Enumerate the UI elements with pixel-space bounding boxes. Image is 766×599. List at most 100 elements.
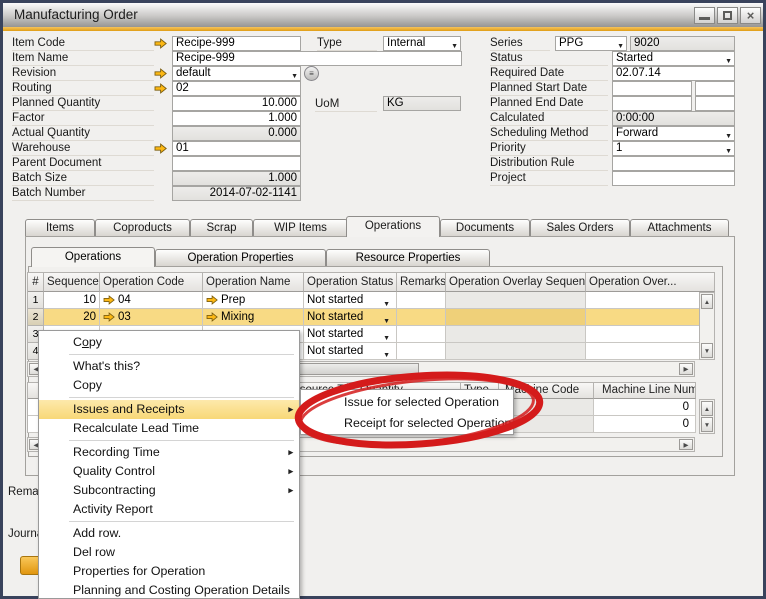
scroll-down-icon[interactable]: ▼ [701, 417, 713, 432]
col-header-remarks[interactable]: Remarks [397, 272, 446, 292]
type-dropdown[interactable]: Internal▼ [383, 36, 461, 51]
tab-operations[interactable]: Operations [346, 216, 440, 237]
menu-item-subcontracting[interactable]: Subcontracting▸ [39, 481, 299, 500]
machine-line-num-cell[interactable]: 0 [594, 416, 696, 433]
revision-edit-icon[interactable]: ≡ [304, 66, 319, 81]
warehouse-field[interactable]: 01 [172, 141, 301, 156]
menu-item-recalculate-lead-time[interactable]: Recalculate Lead Time [39, 419, 299, 438]
required-date-field[interactable]: 02.07.14 [612, 66, 735, 81]
factor-field[interactable]: 1.000 [172, 111, 301, 126]
link-arrow-icon[interactable] [206, 295, 218, 305]
operation-overlay-cell[interactable] [586, 326, 700, 343]
parent-document-field[interactable] [172, 156, 301, 171]
col-header-operation-status[interactable]: Operation Status [304, 272, 397, 292]
scroll-down-icon[interactable]: ▼ [701, 343, 713, 358]
link-arrow-icon[interactable] [154, 68, 167, 79]
planned-start-date-field[interactable] [612, 81, 692, 96]
menu-item-properties-for-operation[interactable]: Properties for Operation [39, 562, 299, 581]
menu-item-del-row[interactable]: Del row [39, 543, 299, 562]
col-header-operation-name[interactable]: Operation Name [203, 272, 304, 292]
menu-item-activity-report[interactable]: Activity Report [39, 500, 299, 519]
minimize-button[interactable] [694, 7, 715, 24]
subtab-operation-properties[interactable]: Operation Properties [155, 249, 326, 266]
link-arrow-icon[interactable] [206, 312, 218, 322]
menu-item-copy-underlined[interactable]: Copy [39, 333, 299, 352]
maximize-button[interactable] [717, 7, 738, 24]
operation-status-cell[interactable]: Not started▼ [304, 309, 397, 326]
remarks-cell[interactable] [397, 343, 446, 360]
status-dropdown[interactable]: Started▼ [612, 51, 735, 66]
menu-item-add-row[interactable]: Add row. [39, 524, 299, 543]
remarks-cell[interactable] [397, 326, 446, 343]
link-arrow-icon[interactable] [103, 295, 115, 305]
titlebar[interactable]: Manufacturing Order [3, 3, 763, 27]
project-field[interactable] [612, 171, 735, 186]
submenu-item-receipt-for-selected-operation[interactable]: Receipt for selected Operation [301, 413, 513, 434]
distribution-rule-field[interactable] [612, 156, 735, 171]
item-code-field[interactable]: Recipe-999 [172, 36, 301, 51]
col-header-machine-line-num[interactable]: Machine Line Num [594, 382, 696, 399]
priority-dropdown[interactable]: 1▼ [612, 141, 735, 156]
operation-overlay-cell[interactable] [586, 343, 700, 360]
tab-coproducts[interactable]: Coproducts [95, 219, 190, 236]
tab-documents[interactable]: Documents [440, 219, 530, 236]
link-arrow-icon[interactable] [154, 83, 167, 94]
tab-attachments[interactable]: Attachments [630, 219, 729, 236]
item-name-field[interactable]: Recipe-999 [172, 51, 462, 66]
subtab-resource-properties[interactable]: Resource Properties [326, 249, 490, 266]
operation-code-cell[interactable]: 03 [100, 309, 203, 326]
col-header-sequence[interactable]: Sequence [44, 272, 100, 292]
row-number-cell[interactable]: 2 [28, 309, 44, 326]
scroll-right-icon[interactable]: ▶ [679, 363, 693, 375]
planned-end-date-field[interactable] [612, 96, 692, 111]
menu-item-issues-and-receipts[interactable]: Issues and Receipts▸ [39, 400, 299, 419]
operation-overlay-cell[interactable] [586, 292, 700, 309]
submenu-arrow-icon: ▸ [288, 443, 293, 462]
operations-vscrollbar[interactable]: ▲ ▼ [699, 292, 715, 360]
link-arrow-icon[interactable] [154, 38, 167, 49]
tab-wip-items[interactable]: WIP Items [253, 219, 348, 236]
col-header-num[interactable]: # [28, 272, 44, 292]
tab-scrap[interactable]: Scrap [190, 219, 253, 236]
scheduling-method-dropdown[interactable]: Forward▼ [612, 126, 735, 141]
subtab-operations[interactable]: Operations [31, 247, 155, 267]
menu-item-whats-this[interactable]: What's this? [39, 357, 299, 376]
operation-status-cell[interactable]: Not started▼ [304, 292, 397, 309]
col-header-operation-code[interactable]: Operation Code [100, 272, 203, 292]
submenu-item-issue-for-selected-operation[interactable]: Issue for selected Operation [301, 392, 513, 413]
menu-item-planning-costing-details[interactable]: Planning and Costing Operation Details [39, 581, 299, 599]
operation-name-cell[interactable]: Mixing [203, 309, 304, 326]
link-arrow-icon[interactable] [103, 312, 115, 322]
menu-item-quality-control[interactable]: Quality Control▸ [39, 462, 299, 481]
close-button[interactable]: × [740, 7, 761, 24]
operation-name-cell[interactable]: Prep [203, 292, 304, 309]
planned-start-time-field[interactable] [695, 81, 735, 96]
remarks-cell[interactable] [397, 309, 446, 326]
tab-items[interactable]: Items [25, 219, 95, 236]
operation-overlay-cell[interactable] [586, 309, 700, 326]
planned-end-time-field[interactable] [695, 96, 735, 111]
scroll-up-icon[interactable]: ▲ [701, 294, 713, 309]
revision-dropdown[interactable]: default▼ [172, 66, 301, 81]
priority-value: 1 [616, 142, 622, 154]
remarks-cell[interactable] [397, 292, 446, 309]
series-dropdown[interactable]: PPG▼ [555, 36, 627, 51]
link-arrow-icon[interactable] [154, 143, 167, 154]
operation-status-cell[interactable]: Not started▼ [304, 343, 397, 360]
planned-quantity-field[interactable]: 10.000 [172, 96, 301, 111]
menu-item-recording-time[interactable]: Recording Time▸ [39, 443, 299, 462]
row-number-cell[interactable]: 1 [28, 292, 44, 309]
resource-vscrollbar[interactable]: ▲ ▼ [699, 399, 715, 434]
scroll-up-icon[interactable]: ▲ [701, 401, 713, 416]
menu-item-copy[interactable]: Copy [39, 376, 299, 395]
col-header-operation-overlay-2[interactable]: Operation Over... [586, 272, 700, 292]
sequence-cell[interactable]: 10 [44, 292, 100, 309]
operation-code-cell[interactable]: 04 [100, 292, 203, 309]
scroll-right-icon[interactable]: ▶ [679, 439, 693, 450]
machine-line-num-cell[interactable]: 0 [594, 399, 696, 416]
tab-sales-orders[interactable]: Sales Orders [530, 219, 630, 236]
sequence-cell[interactable]: 20 [44, 309, 100, 326]
routing-field[interactable]: 02 [172, 81, 301, 96]
operation-status-cell[interactable]: Not started▼ [304, 326, 397, 343]
col-header-operation-overlay-sequence[interactable]: Operation Overlay Sequence [446, 272, 586, 292]
